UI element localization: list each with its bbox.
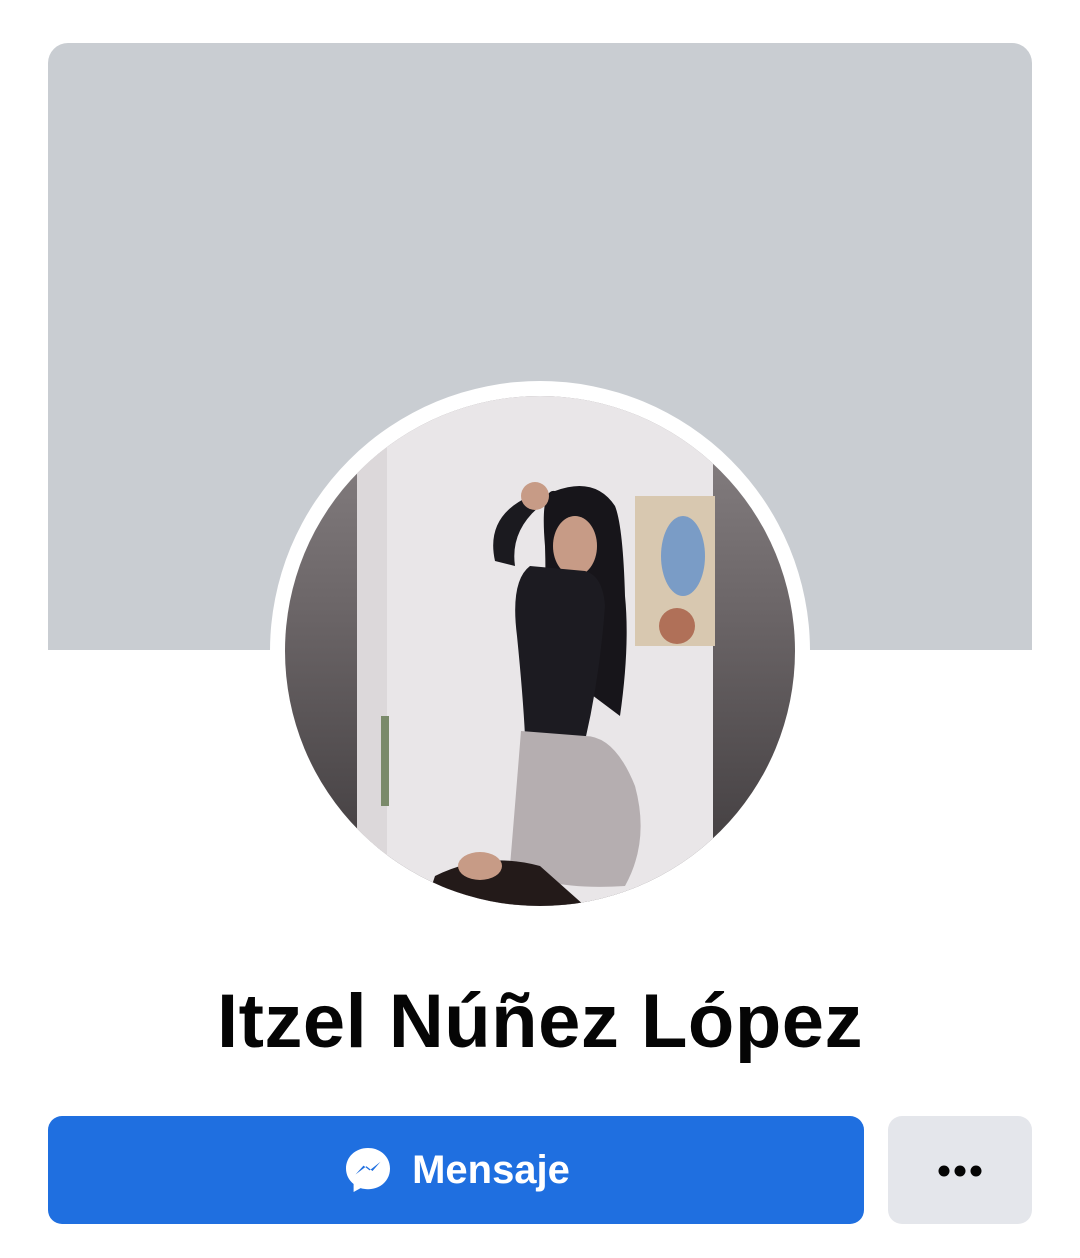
messenger-icon <box>342 1144 394 1196</box>
profile-page: Itzel Núñez López Mensaje <box>0 0 1080 1258</box>
message-button[interactable]: Mensaje <box>48 1116 864 1224</box>
more-horizontal-icon <box>938 1164 982 1177</box>
message-button-label: Mensaje <box>412 1147 570 1192</box>
more-options-button[interactable] <box>888 1116 1032 1224</box>
profile-name: Itzel Núñez López <box>216 979 864 1064</box>
avatar[interactable] <box>285 396 795 906</box>
avatar-photo <box>357 396 715 906</box>
